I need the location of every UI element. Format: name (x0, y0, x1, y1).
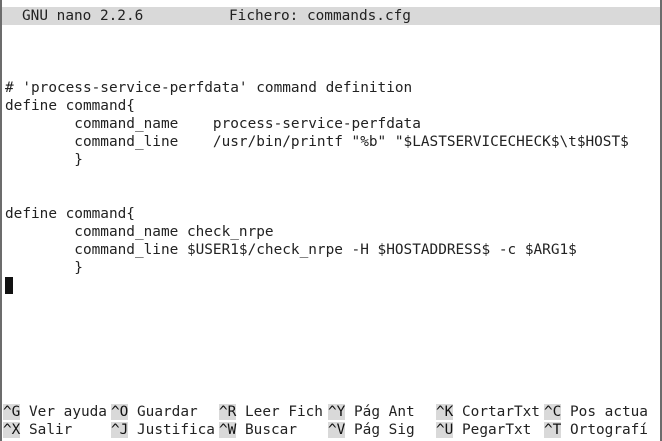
shortcut-label: Pág Sig (354, 422, 415, 438)
cursor-line (5, 277, 660, 295)
window-border-left (0, 0, 2, 441)
editor-text-area[interactable]: # 'process-service-perfdata' command def… (5, 79, 660, 379)
editor-line: command_line /usr/bin/printf "%b" "$LAST… (5, 134, 629, 150)
shortcut-save[interactable]: ^O Guardar (111, 403, 198, 421)
shortcut-bar: ^G Ver ayuda ^O Guardar ^R Leer Fich ^Y … (3, 403, 660, 439)
shortcut-key: ^R (219, 404, 237, 420)
editor-line: command_line $USER1$/check_nrpe -H $HOST… (5, 242, 577, 258)
shortcut-label: Ortografí (570, 422, 648, 438)
shortcut-spell[interactable]: ^T Ortografí (544, 421, 648, 439)
shortcut-label: CortarTxt (462, 404, 540, 420)
editor-line: } (5, 260, 83, 276)
shortcut-help[interactable]: ^G Ver ayuda (3, 403, 107, 421)
shortcut-key: ^U (436, 422, 454, 438)
shortcut-next-page[interactable]: ^V Pág Sig (328, 421, 415, 439)
file-name-label: Fichero: commands.cfg (229, 8, 411, 24)
editor-line: command_name process-service-perfdata (5, 116, 421, 132)
shortcut-label: Pág Ant (354, 404, 415, 420)
shortcut-key: ^C (544, 404, 562, 420)
editor-line: } (5, 152, 83, 168)
shortcut-label: Guardar (137, 404, 198, 420)
shortcut-key: ^J (111, 422, 129, 438)
editor-line: define command{ (5, 98, 135, 114)
editor-line: define command{ (5, 206, 135, 222)
shortcut-justify[interactable]: ^J Justifica (111, 421, 215, 439)
shortcut-key: ^K (436, 404, 454, 420)
shortcut-label: Ver ayuda (29, 404, 107, 420)
shortcut-key: ^G (3, 404, 21, 420)
shortcut-label: Buscar (245, 422, 297, 438)
shortcut-prev-page[interactable]: ^Y Pág Ant (328, 403, 415, 421)
shortcut-exit[interactable]: ^X Salir (3, 421, 72, 439)
shortcut-paste-text[interactable]: ^U PegarTxt (436, 421, 531, 439)
shortcut-key: ^X (3, 422, 21, 438)
shortcut-key: ^T (544, 422, 562, 438)
shortcut-label: PegarTxt (462, 422, 532, 438)
shortcut-where-is[interactable]: ^W Buscar (219, 421, 297, 439)
app-version-label: GNU nano 2.2.6 (22, 8, 144, 24)
text-cursor (5, 277, 13, 294)
shortcut-label: Leer Fich (245, 404, 323, 420)
shortcut-read-file[interactable]: ^R Leer Fich (219, 403, 323, 421)
shortcut-label: Salir (29, 422, 73, 438)
shortcut-key: ^W (219, 422, 237, 438)
shortcut-label: Pos actua (570, 404, 648, 420)
editor-line: command_name check_nrpe (5, 224, 274, 240)
shortcut-key: ^O (111, 404, 129, 420)
shortcut-cur-pos[interactable]: ^C Pos actua (544, 403, 648, 421)
shortcut-label: Justifica (137, 422, 215, 438)
editor-line: # 'process-service-perfdata' command def… (5, 80, 413, 96)
shortcut-key: ^V (328, 422, 346, 438)
shortcut-key: ^Y (328, 404, 346, 420)
nano-title-bar: GNU nano 2.2.6 Fichero: commands.cfg (2, 7, 660, 25)
shortcut-cut-text[interactable]: ^K CortarTxt (436, 403, 540, 421)
